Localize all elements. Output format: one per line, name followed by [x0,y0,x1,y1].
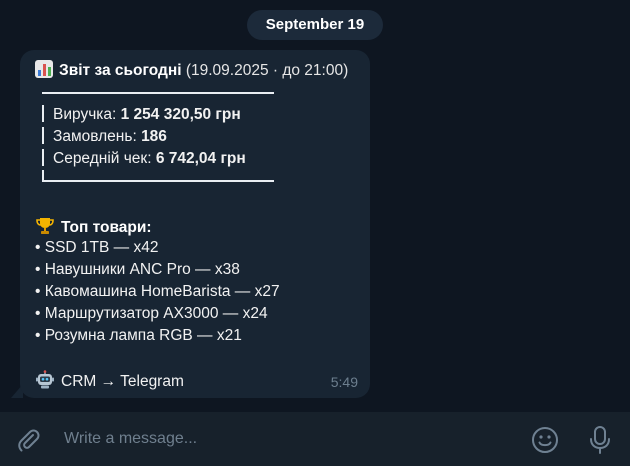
list-item: • Навушники ANC Pro — x38 [35,261,240,278]
stat-value: 1 254 320,50 грн [120,106,241,123]
trophy-icon [35,216,55,236]
stat-revenue: Виручка: 1 254 320,50 грн [42,105,241,125]
stat-value: 6 742,04 грн [155,150,246,167]
stat-average-check: Середній чек: 6 742,04 грн [42,149,246,169]
stat-value: 186 [141,128,167,145]
date-separator[interactable]: September 19 [247,10,383,40]
smiley-icon[interactable] [530,425,560,455]
message-bubble[interactable]: Звіт за сьогодні (19.09.2025 · до 21:00)… [20,50,370,398]
stat-label: Замовлень: [53,128,142,145]
report-title: Звіт за сьогодні [59,62,182,79]
robot-icon [35,370,55,390]
top-products-label: Топ товари: [61,219,152,236]
message-footer: CRM → Telegram [35,370,184,392]
bar-chart-icon [35,60,53,78]
stats-frame-bottom [42,180,274,182]
list-item: • SSD 1TB — x42 [35,239,159,256]
source-label: CRM → Telegram [61,373,184,390]
stat-orders: Замовлень: 186 [42,127,167,147]
frame-bar [42,149,44,166]
message-composer [0,412,630,466]
stat-label: Виручка: [53,106,121,123]
list-item: • Кавомашина HomeBarista — x27 [35,283,280,300]
stat-label: Середній чек: [53,150,156,167]
report-period: (19.09.2025 · до 21:00) [185,62,349,79]
list-item: • Маршрутизатор AX3000 — x24 [35,305,268,322]
message-input[interactable] [64,426,504,452]
microphone-icon[interactable] [586,424,614,456]
stats-frame-top [42,92,274,94]
chat-area: September 19 Звіт за сьогодні (19.09.202… [0,0,630,412]
list-item: • Розумна лампа RGB — x21 [35,327,242,344]
message-header: Звіт за сьогодні (19.09.2025 · до 21:00) [35,60,348,81]
top-products-title: Топ товари: [35,216,152,238]
paperclip-icon[interactable] [14,426,42,454]
frame-bar [42,105,44,122]
frame-bar [42,127,44,144]
message-time: 5:49 [330,374,358,390]
